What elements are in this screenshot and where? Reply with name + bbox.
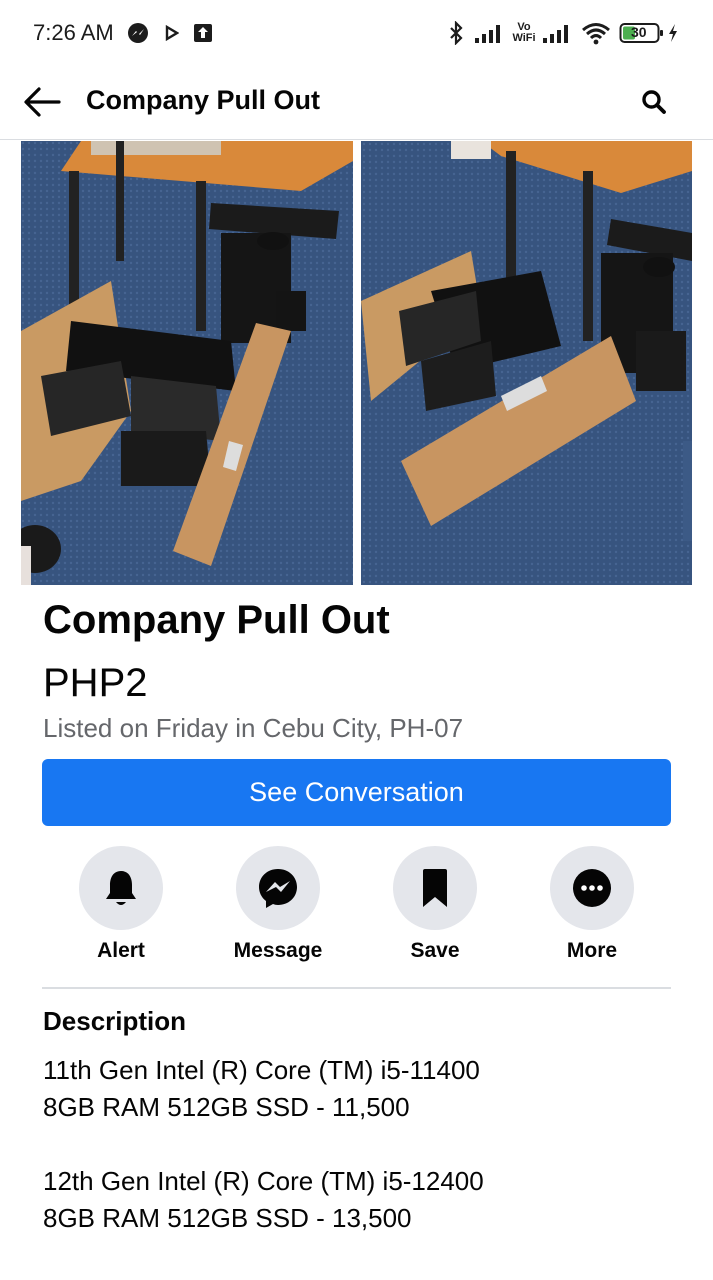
description-line: 8GB RAM 512GB SSD - 11,500: [43, 1092, 410, 1122]
more-icon: [573, 869, 611, 907]
upload-icon: [192, 20, 214, 46]
play-icon: [162, 20, 182, 46]
listing-photo-2[interactable]: [361, 141, 692, 585]
save-label: Save: [410, 939, 460, 962]
charging-icon: [666, 20, 680, 46]
battery-icon: 30: [619, 20, 665, 46]
messenger-icon: [126, 20, 150, 46]
description-heading: Description: [43, 1006, 187, 1036]
alert-button[interactable]: Alert: [61, 846, 181, 966]
listing-price: PHP2: [43, 661, 148, 705]
listing-photo-1[interactable]: [21, 141, 353, 585]
bluetooth-icon: [446, 20, 466, 46]
vowifi-icon: Vo WiFi: [512, 21, 536, 44]
listing-title: Company Pull Out: [43, 598, 390, 642]
search-button[interactable]: [632, 80, 676, 124]
messenger-icon: [259, 869, 297, 908]
app-header: Company Pull Out: [0, 66, 713, 140]
more-button[interactable]: More: [532, 846, 652, 966]
signal-icon: [472, 20, 506, 46]
page-title: Company Pull Out: [86, 85, 321, 115]
wifi-icon: [580, 20, 612, 46]
message-label: Message: [233, 939, 323, 962]
description-line: 8GB RAM 512GB SSD - 13,500: [43, 1203, 412, 1233]
battery-level: 30: [631, 24, 647, 40]
description-line: 11th Gen Intel (R) Core (TM) i5-11400: [43, 1055, 480, 1085]
bookmark-icon: [423, 869, 447, 907]
back-button[interactable]: [20, 80, 64, 124]
search-icon: [642, 90, 666, 114]
status-bar: 7:26 AM Vo WiFi 30: [0, 0, 713, 66]
divider: [42, 987, 671, 989]
more-label: More: [566, 939, 618, 962]
listing-meta: Listed on Friday in Cebu City, PH-07: [43, 713, 464, 743]
save-button[interactable]: Save: [375, 846, 495, 966]
description-line: 12th Gen Intel (R) Core (TM) i5-12400: [43, 1166, 484, 1196]
alert-label: Alert: [97, 939, 145, 962]
signal-icon-2: [540, 20, 574, 46]
see-conversation-button[interactable]: See Conversation: [42, 759, 671, 826]
bell-icon: [106, 871, 136, 905]
arrow-left-icon: [24, 87, 61, 117]
message-button[interactable]: Message: [218, 846, 338, 966]
status-time: 7:26 AM: [33, 20, 114, 45]
